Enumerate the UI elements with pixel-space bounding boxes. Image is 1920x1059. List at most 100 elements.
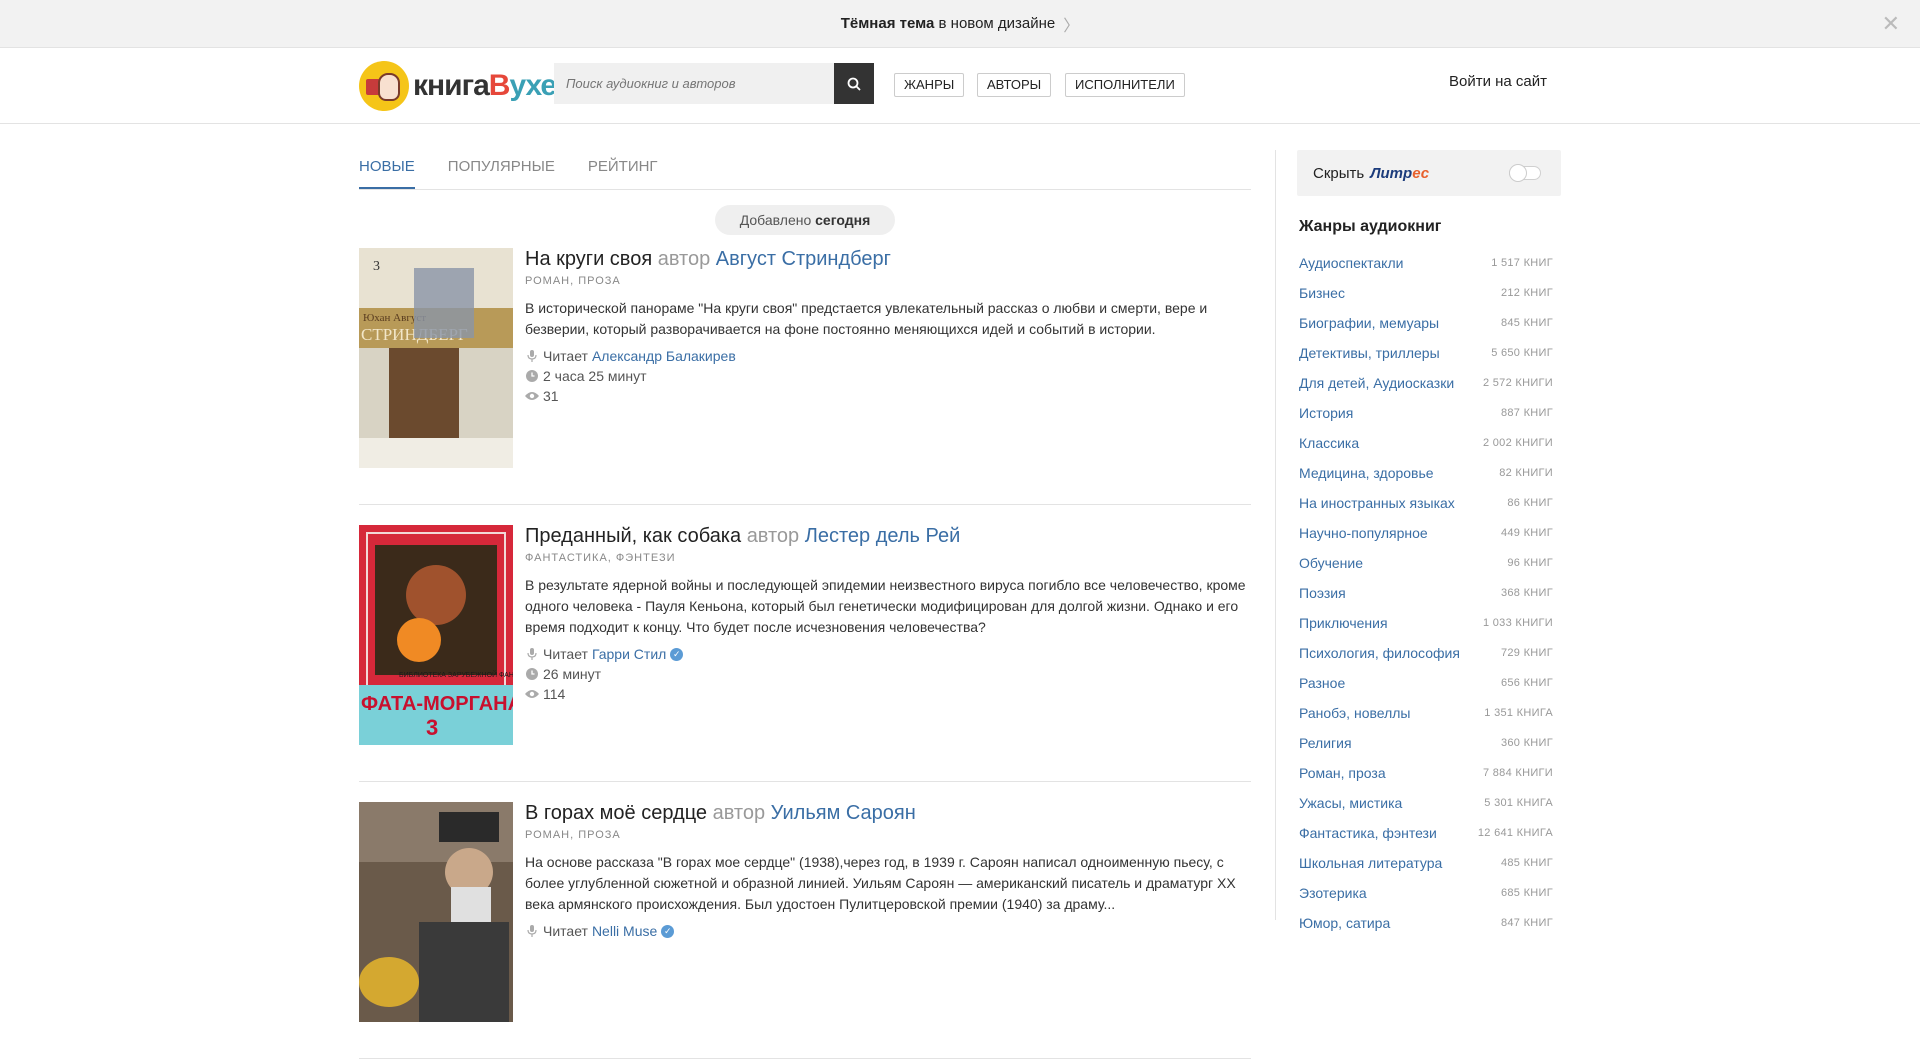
genre-item[interactable]: Бизнес 212 КНИГ — [1297, 278, 1561, 308]
book-item: 3 Юхан Август СТРИНДБЕРГ На круги своя а… — [359, 248, 1251, 505]
genre-link[interactable]: Приключения — [1299, 615, 1388, 631]
microphone-icon — [525, 350, 539, 362]
book-genre[interactable]: РОМАН, ПРОЗА — [525, 829, 1251, 841]
nav-authors-button[interactable]: АВТОРЫ — [977, 73, 1052, 97]
genre-item[interactable]: Медицина, здоровье 82 КНИГИ — [1297, 458, 1561, 488]
genre-item[interactable]: Психология, философия 729 КНИГ — [1297, 638, 1561, 668]
genre-item[interactable]: Обучение 96 КНИГ — [1297, 548, 1561, 578]
tab-new[interactable]: НОВЫЕ — [359, 158, 415, 189]
genre-link[interactable]: Медицина, здоровье — [1299, 465, 1434, 481]
book-cover[interactable] — [359, 802, 513, 1022]
genre-item[interactable]: Приключения 1 033 КНИГИ — [1297, 608, 1561, 638]
genre-link[interactable]: На иностранных языках — [1299, 495, 1455, 511]
nav-genres-button[interactable]: ЖАНРЫ — [894, 73, 965, 97]
genre-item[interactable]: Биографии, мемуары 845 КНИГ — [1297, 308, 1561, 338]
genre-link[interactable]: Биографии, мемуары — [1299, 315, 1439, 331]
genre-count: 368 КНИГ — [1500, 587, 1553, 599]
logo-text: книгаВухе — [413, 69, 557, 102]
sidebar: Скрыть Литрес Жанры аудиокниг Аудиоспект… — [1297, 150, 1561, 938]
book-cover[interactable]: БИБЛИОТЕКА ЗАРУБЕЖНОЙ ФАНТАСТИКИ ФАТА-МО… — [359, 525, 513, 745]
genre-count: 685 КНИГ — [1500, 887, 1553, 899]
genres-list: Аудиоспектакли 1 517 КНИГ Бизнес 212 КНИГ Би… — [1297, 248, 1561, 938]
search-button[interactable] — [834, 63, 874, 104]
svg-text:БИБЛИОТЕКА ЗАРУБЕЖНОЙ ФАНТАСТИ: БИБЛИОТЕКА ЗАРУБЕЖНОЙ ФАНТАСТИКИ — [399, 670, 513, 679]
tab-rating[interactable]: РЕЙТИНГ — [588, 158, 658, 189]
genre-item[interactable]: Разное 656 КНИГ — [1297, 668, 1561, 698]
book-info: На круги своя автор Август Стриндберг РО… — [525, 248, 1251, 406]
genre-link[interactable]: Детективы, триллеры — [1299, 345, 1440, 361]
genre-count: 82 КНИГИ — [1499, 467, 1553, 479]
book-views: 114 — [525, 684, 1251, 704]
genre-count: 2 002 КНИГИ — [1482, 437, 1553, 449]
book-title[interactable]: Преданный, как собака — [525, 525, 741, 547]
genre-link[interactable]: Классика — [1299, 435, 1359, 451]
genre-item[interactable]: Фантастика, фэнтези 12 641 КНИГА — [1297, 818, 1561, 848]
book-title[interactable]: В горах моё сердце — [525, 802, 707, 824]
genre-item[interactable]: Ужасы, мистика 5 301 КНИГА — [1297, 788, 1561, 818]
genre-link[interactable]: Бизнес — [1299, 285, 1345, 301]
book-title[interactable]: На круги своя — [525, 248, 652, 270]
litres-hide-label: Скрыть — [1313, 164, 1365, 182]
reader-link[interactable]: Гарри Стил — [592, 644, 666, 664]
genre-item[interactable]: Классика 2 002 КНИГИ — [1297, 428, 1561, 458]
reader-link[interactable]: Александр Балакирев — [592, 346, 736, 366]
reader-link[interactable]: Nelli Muse — [592, 921, 657, 941]
close-icon[interactable]: ✕ — [1882, 11, 1900, 37]
book-reader: Читает Александр Балакирев — [525, 346, 1251, 366]
book-author[interactable]: Август Стриндберг — [716, 248, 891, 270]
genres-title: Жанры аудиокниг — [1299, 218, 1442, 235]
nav-readers-button[interactable]: ИСПОЛНИТЕЛИ — [1065, 73, 1185, 97]
genre-link[interactable]: Разное — [1299, 675, 1345, 691]
svg-text:3: 3 — [426, 715, 438, 740]
genre-link[interactable]: Аудиоспектакли — [1299, 255, 1403, 271]
site-logo[interactable]: книгаВухе — [359, 61, 557, 111]
genre-link[interactable]: Ужасы, мистика — [1299, 795, 1402, 811]
search-input[interactable] — [554, 63, 834, 104]
genre-link[interactable]: Фантастика, фэнтези — [1299, 825, 1437, 841]
genre-link[interactable]: Психология, философия — [1299, 645, 1460, 661]
tab-popular[interactable]: ПОПУЛЯРНЫЕ — [448, 158, 555, 189]
genre-item[interactable]: Эзотерика 685 КНИГ — [1297, 878, 1561, 908]
genre-item[interactable]: История 887 КНИГ — [1297, 398, 1561, 428]
genre-link[interactable]: Для детей, Аудиосказки — [1299, 375, 1454, 391]
genre-link[interactable]: Роман, проза — [1299, 765, 1386, 781]
genre-link[interactable]: Ранобэ, новеллы — [1299, 705, 1410, 721]
genre-item[interactable]: На иностранных языках 86 КНИГ — [1297, 488, 1561, 518]
book-genre[interactable]: РОМАН, ПРОЗА — [525, 275, 1251, 287]
litres-toggle[interactable] — [1509, 164, 1541, 182]
genre-item[interactable]: Аудиоспектакли 1 517 КНИГ — [1297, 248, 1561, 278]
svg-text:ФАТА-МОРГАНА: ФАТА-МОРГАНА — [361, 693, 513, 715]
book-info: Преданный, как собака автор Лестер дель … — [525, 525, 1251, 704]
book-genre[interactable]: ФАНТАСТИКА, ФЭНТЕЗИ — [525, 552, 1251, 564]
genre-item[interactable]: Научно-популярное 449 КНИГ — [1297, 518, 1561, 548]
genre-link[interactable]: Эзотерика — [1299, 885, 1367, 901]
book-author[interactable]: Уильям Сароян — [771, 802, 916, 824]
book-info: В горах моё сердце автор Уильям Сароян Р… — [525, 802, 1251, 941]
genre-link[interactable]: Поэзия — [1299, 585, 1346, 601]
genre-link[interactable]: Обучение — [1299, 555, 1363, 571]
clock-icon — [525, 668, 539, 680]
genre-item[interactable]: Для детей, Аудиосказки 2 572 КНИГИ — [1297, 368, 1561, 398]
genre-count: 212 КНИГ — [1500, 287, 1553, 299]
genre-item[interactable]: Роман, проза 7 884 КНИГИ — [1297, 758, 1561, 788]
genre-link[interactable]: Школьная литература — [1299, 855, 1442, 871]
genre-item[interactable]: Детективы, триллеры 5 650 КНИГ — [1297, 338, 1561, 368]
microphone-icon — [525, 648, 539, 660]
book-author[interactable]: Лестер дель Рей — [805, 525, 961, 547]
promo-bar[interactable]: Тёмная тема в новом дизайне 〉 ✕ — [0, 0, 1920, 48]
genre-item[interactable]: Религия 360 КНИГ — [1297, 728, 1561, 758]
genre-item[interactable]: Ранобэ, новеллы 1 351 КНИГА — [1297, 698, 1561, 728]
book-cover[interactable]: 3 Юхан Август СТРИНДБЕРГ — [359, 248, 513, 468]
genre-link[interactable]: Религия — [1299, 735, 1352, 751]
genre-item[interactable]: Поэзия 368 КНИГ — [1297, 578, 1561, 608]
genre-link[interactable]: Научно-популярное — [1299, 525, 1428, 541]
genre-link[interactable]: История — [1299, 405, 1353, 421]
eye-icon — [525, 391, 539, 401]
genre-item[interactable]: Юмор, сатира 847 КНИГ — [1297, 908, 1561, 938]
genre-count: 887 КНИГ — [1500, 407, 1553, 419]
genre-item[interactable]: Школьная литература 485 КНИГ — [1297, 848, 1561, 878]
author-label: автор — [712, 802, 766, 824]
author-label: автор — [657, 248, 711, 270]
login-link[interactable]: Войти на сайт — [1449, 73, 1547, 90]
genre-link[interactable]: Юмор, сатира — [1299, 915, 1390, 931]
